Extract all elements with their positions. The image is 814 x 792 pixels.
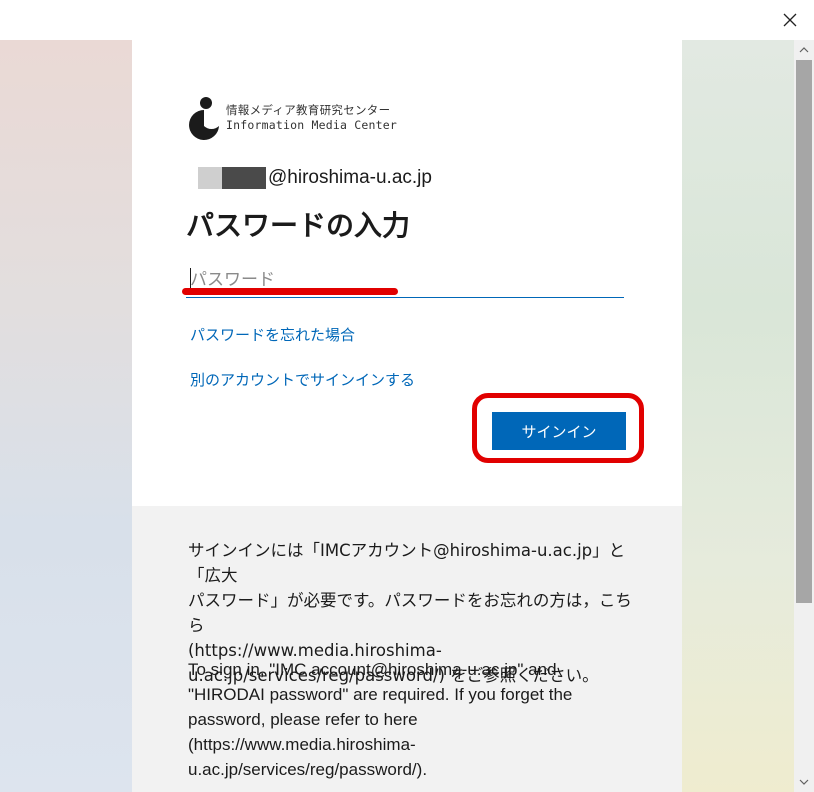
scroll-down-button[interactable]: [794, 772, 814, 792]
account-identity: @hiroshima-u.ac.jp: [198, 166, 432, 190]
scroll-up-button[interactable]: [794, 40, 814, 60]
imc-logo: 情報メディア教育研究センター Information Media Center: [186, 96, 416, 142]
other-account-link[interactable]: 別のアカウントでサインインする: [190, 369, 415, 390]
text-caret: [190, 268, 191, 290]
info-text-en: To sign in, "IMC account@hiroshima-u.ac.…: [188, 660, 573, 779]
close-button[interactable]: [778, 8, 802, 32]
logo-text-jp: 情報メディア教育研究センター: [226, 103, 391, 117]
account-domain: @hiroshima-u.ac.jp: [268, 167, 432, 188]
redacted-username-light: [198, 167, 222, 189]
chevron-up-icon: [799, 47, 809, 53]
forgot-password-link[interactable]: パスワードを忘れた場合: [190, 324, 355, 345]
page-title: パスワードの入力: [186, 209, 411, 242]
window-titlebar: [0, 0, 814, 40]
background-left: [0, 40, 132, 792]
logo-mark-icon: [189, 97, 219, 140]
scroll-thumb[interactable]: [796, 60, 812, 603]
annotation-underline: [182, 288, 398, 295]
close-icon: [783, 13, 797, 27]
logo-text-en: Information Media Center: [226, 118, 397, 132]
annotation-highlight-box: [472, 393, 644, 463]
chevron-down-icon: [799, 779, 809, 785]
redacted-username-dark: [222, 167, 266, 189]
background-right: [682, 40, 794, 792]
scrollbar[interactable]: [794, 40, 814, 792]
